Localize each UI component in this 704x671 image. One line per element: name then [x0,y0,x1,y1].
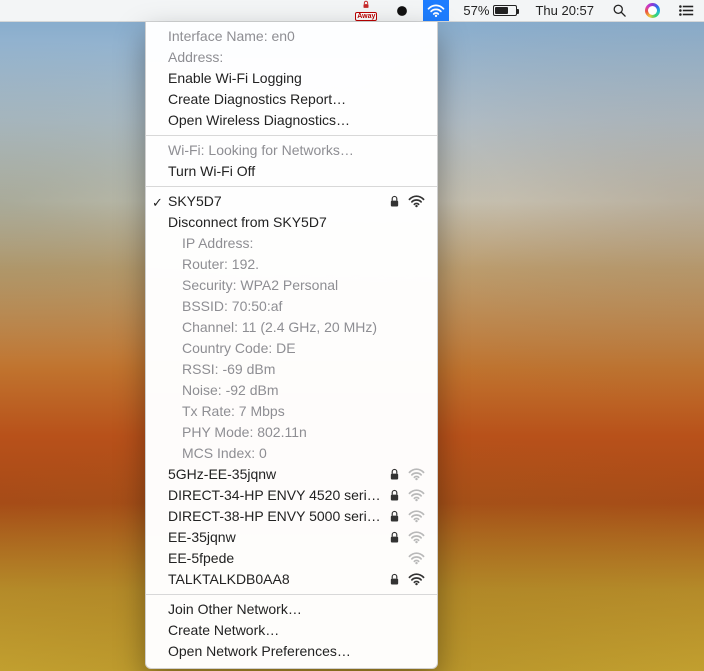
battery-percent-label: 57% [463,3,489,18]
bssid-row: BSSID: 70:50:af [146,296,437,317]
security-row: Security: WPA2 Personal [146,275,437,296]
disconnect-network[interactable]: Disconnect from SKY5D7 [146,212,437,233]
network-item[interactable]: DIRECT-34-HP ENVY 4520 seri… [146,485,437,506]
channel-row: Channel: 11 (2.4 GHz, 20 MHz) [146,317,437,338]
lock-icon [389,489,400,502]
noise-row: Noise: -92 dBm [146,380,437,401]
lock-icon [389,195,400,208]
network-ssid: EE-35jqnw [168,528,389,547]
away-label: Away [355,12,377,21]
network-ssid: 5GHz-EE-35jqnw [168,465,389,484]
network-item[interactable]: DIRECT-38-HP ENVY 5000 seri… [146,506,437,527]
wifi-menu: Interface Name: en0 Address: Enable Wi-F… [145,22,438,669]
join-other-network[interactable]: Join Other Network… [146,599,437,620]
network-item[interactable]: TALKTALKDB0AA8 [146,569,437,590]
connected-network[interactable]: ✓ SKY5D7 [146,191,437,212]
create-diagnostics-report[interactable]: Create Diagnostics Report… [146,89,437,110]
phy-row: PHY Mode: 802.11n [146,422,437,443]
open-wireless-diagnostics[interactable]: Open Wireless Diagnostics… [146,110,437,131]
network-ssid: DIRECT-38-HP ENVY 5000 seri… [168,507,389,526]
address-row: Address: [146,47,437,68]
notification-center-icon[interactable] [674,0,698,21]
wifi-signal-icon [408,510,425,523]
interface-name-label: Interface Name: en0 [168,27,425,46]
wifi-signal-icon [408,531,425,544]
lock-icon [389,468,400,481]
wifi-menubar-icon[interactable] [423,0,449,21]
battery-status[interactable]: 57% [459,0,521,21]
mcs-row: MCS Index: 0 [146,443,437,464]
country-row: Country Code: DE [146,338,437,359]
open-network-preferences[interactable]: Open Network Preferences… [146,641,437,662]
network-item[interactable]: EE-35jqnw [146,527,437,548]
status-away-icon[interactable]: Away [351,0,381,21]
clock-label: Thu 20:57 [535,3,594,18]
siri-icon[interactable] [641,0,664,21]
network-item[interactable]: 5GHz-EE-35jqnw [146,464,437,485]
separator [146,594,437,595]
separator [146,135,437,136]
available-networks-list: 5GHz-EE-35jqnw DIRECT-34-HP ENVY 4520 ser… [146,464,437,590]
wifi-signal-icon [408,195,425,208]
network-ssid: TALKTALKDB0AA8 [168,570,389,589]
lock-icon [389,573,400,586]
address-label: Address: [168,48,425,67]
lock-icon [389,531,400,544]
turn-wifi-off[interactable]: Turn Wi-Fi Off [146,161,437,182]
menubar: Away 57% Thu 20:57 [0,0,704,22]
wifi-signal-icon [408,489,425,502]
wifi-signal-icon [408,468,425,481]
checkmark-icon: ✓ [152,193,163,212]
txrate-row: Tx Rate: 7 Mbps [146,401,437,422]
wifi-signal-icon [408,552,425,565]
separator [146,186,437,187]
lock-icon [389,510,400,523]
network-item[interactable]: EE-5fpede [146,548,437,569]
spotlight-icon[interactable] [608,0,631,21]
wifi-status-row: Wi-Fi: Looking for Networks… [146,140,437,161]
network-ssid: EE-5fpede [168,549,408,568]
create-network[interactable]: Create Network… [146,620,437,641]
network-ssid: DIRECT-34-HP ENVY 4520 seri… [168,486,389,505]
wifi-signal-icon [408,573,425,586]
clock[interactable]: Thu 20:57 [531,0,598,21]
enable-wifi-logging[interactable]: Enable Wi-Fi Logging [146,68,437,89]
rssi-row: RSSI: -69 dBm [146,359,437,380]
status-dot-icon[interactable] [391,0,413,21]
ip-address-row: IP Address: [146,233,437,254]
router-row: Router: 192. [146,254,437,275]
interface-name-row: Interface Name: en0 [146,26,437,47]
battery-icon [493,5,517,16]
